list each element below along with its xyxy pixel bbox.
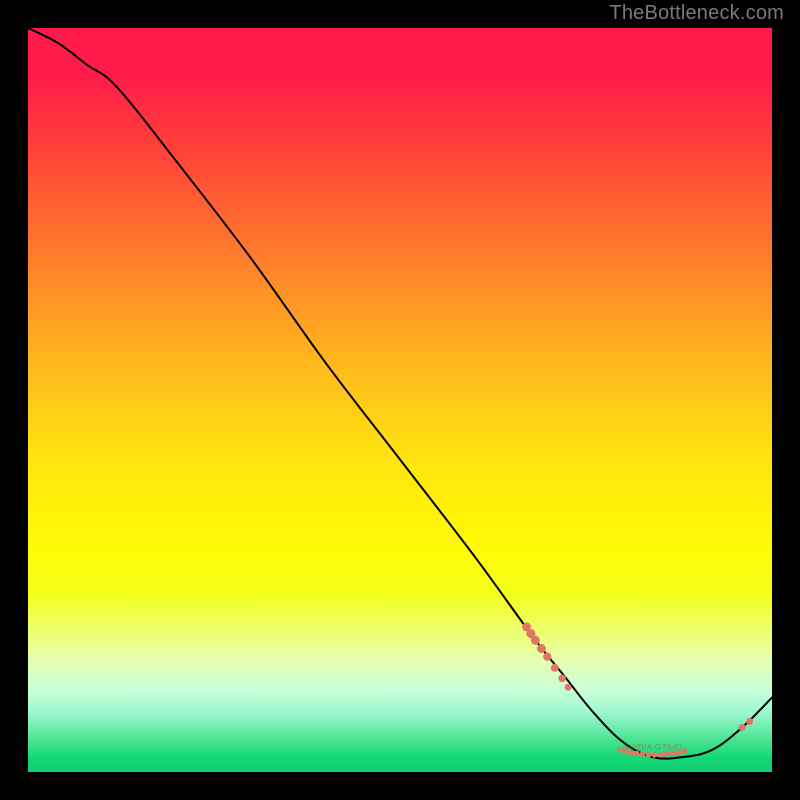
data-point	[558, 675, 566, 683]
data-point	[658, 752, 664, 758]
data-point	[676, 750, 682, 756]
data-point	[746, 718, 753, 725]
data-point	[646, 752, 652, 758]
data-point	[622, 748, 628, 754]
data-point	[681, 748, 687, 754]
data-point	[664, 751, 670, 757]
data-point	[739, 724, 746, 731]
data-point	[640, 751, 646, 757]
data-point	[628, 750, 634, 756]
data-point	[652, 752, 658, 758]
plot-area: NVIDIA GT640	[28, 28, 772, 772]
data-point	[670, 751, 676, 757]
data-point	[531, 636, 540, 645]
data-point	[634, 751, 640, 757]
data-point	[551, 664, 559, 672]
data-point	[565, 684, 572, 691]
data-point	[617, 747, 623, 753]
chart-svg	[28, 28, 772, 772]
bottleneck-curve	[28, 28, 772, 759]
data-point	[543, 653, 551, 661]
chart-stage: TheBottleneck.com NVIDIA GT640	[0, 0, 800, 800]
data-point	[537, 644, 546, 653]
data-markers	[522, 622, 753, 757]
watermark-text: TheBottleneck.com	[609, 2, 784, 25]
